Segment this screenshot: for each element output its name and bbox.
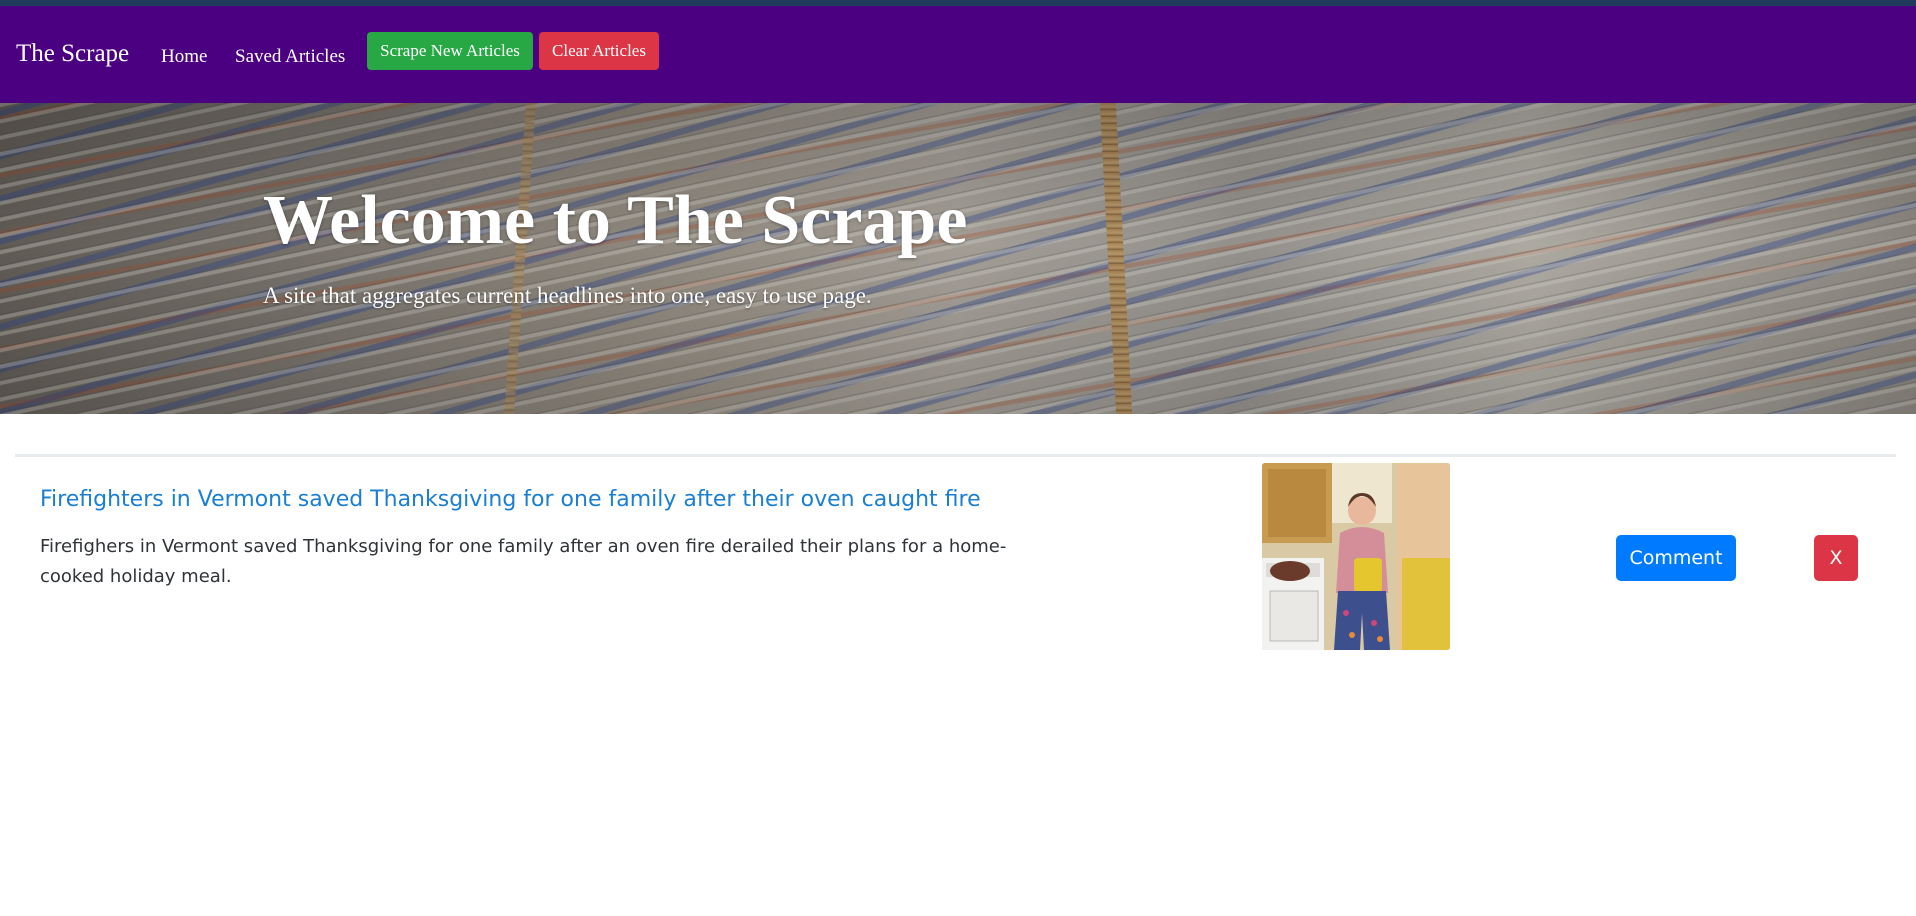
article-card: Firefighters in Vermont saved Thanksgivi… bbox=[15, 454, 1896, 654]
article-thumbnail[interactable] bbox=[1262, 463, 1450, 650]
hero-banner: Welcome to The Scrape A site that aggreg… bbox=[0, 103, 1916, 414]
delete-article-button[interactable]: X bbox=[1814, 535, 1858, 581]
nav-saved-articles-link[interactable]: Saved Articles bbox=[235, 46, 345, 68]
hero-subtitle: A site that aggregates current headlines… bbox=[263, 283, 872, 308]
navbar: The Scrape Home Saved Articles Scrape Ne… bbox=[0, 6, 1916, 103]
article-headline-link[interactable]: Firefighters in Vermont saved Thanksgivi… bbox=[40, 487, 981, 512]
clear-articles-button[interactable]: Clear Articles bbox=[539, 32, 659, 70]
nav-home-link[interactable]: Home bbox=[161, 46, 207, 68]
scrape-new-articles-button[interactable]: Scrape New Articles bbox=[367, 32, 533, 70]
hero-title: Welcome to The Scrape bbox=[263, 182, 968, 259]
article-summary: Firefighers in Vermont saved Thanksgivin… bbox=[40, 536, 1007, 587]
brand-link[interactable]: The Scrape bbox=[16, 40, 129, 68]
comment-button[interactable]: Comment bbox=[1616, 535, 1736, 581]
